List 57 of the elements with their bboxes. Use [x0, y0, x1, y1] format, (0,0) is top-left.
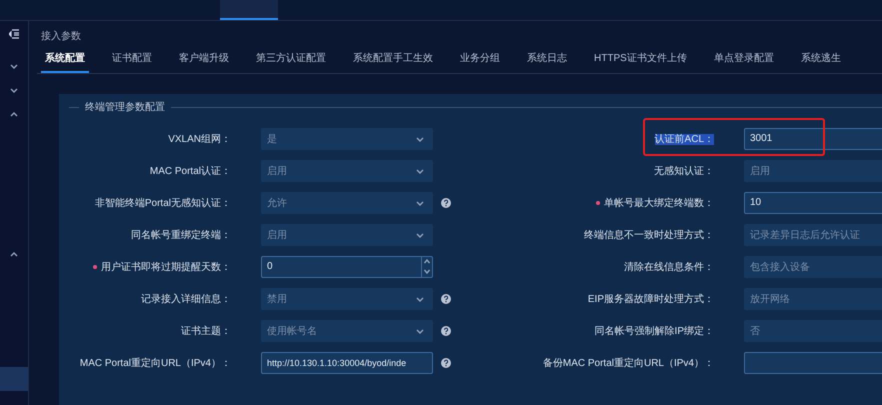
field-label: 清除在线信息条件：: [623, 260, 715, 274]
chevron-down-icon: [416, 294, 424, 302]
field-label: 同名帐号强制解除IP绑定：: [594, 324, 715, 338]
required-dot-icon: [93, 264, 97, 269]
field-label: 记录接入详细信息：: [140, 292, 232, 306]
breadcrumb: 接入参数: [40, 30, 82, 44]
dropdown-field[interactable]: 包含接入设备: [744, 256, 882, 278]
input-field[interactable]: 0: [261, 256, 433, 278]
tab[interactable]: 系统逃生: [796, 47, 845, 73]
help-icon[interactable]: [441, 198, 451, 208]
dropdown-field[interactable]: 放开网络: [744, 288, 882, 310]
dropdown-field[interactable]: 使用帐号名: [261, 320, 433, 342]
field-label: 无感知认证：: [653, 164, 715, 178]
tab[interactable]: 客户端升级: [175, 47, 233, 73]
help-icon[interactable]: [441, 358, 451, 368]
dropdown-field[interactable]: 否: [744, 320, 882, 342]
help-icon[interactable]: [441, 294, 451, 304]
chevron-down-icon: [416, 166, 424, 174]
dropdown-field[interactable]: 允许: [261, 192, 433, 214]
dropdown-field[interactable]: 启用: [744, 160, 882, 182]
tab[interactable]: 证书配置: [108, 47, 156, 73]
tab[interactable]: 单点登录配置: [710, 47, 778, 73]
tab[interactable]: 系统日志: [523, 47, 571, 73]
tab[interactable]: 第三方认证配置: [252, 47, 330, 73]
input-field[interactable]: 3001: [744, 128, 882, 150]
field-label: 备份MAC Portal重定向URL（IPv4）：: [542, 356, 715, 370]
spinner-arrows-icon[interactable]: [421, 256, 432, 276]
field-label: 终端信息不一致时处理方式：: [583, 228, 715, 242]
chevron-down-icon: [416, 134, 424, 142]
input-field[interactable]: http://10.130.1.10:30004/byod/inde: [261, 352, 433, 374]
field-label: MAC Portal重定向URL（IPv4）：: [78, 356, 232, 370]
field-label: 单帐号最大绑定终端数：: [449, 196, 744, 210]
tab[interactable]: HTTPS证书文件上传: [590, 47, 691, 73]
help-icon[interactable]: [441, 326, 451, 336]
section-title: 终端管理参数配置: [85, 100, 165, 114]
field-label: MAC Portal认证：: [148, 164, 232, 178]
dropdown-field[interactable]: 启用: [261, 224, 433, 246]
tab[interactable]: 业务分组: [456, 47, 504, 73]
chevron-down-icon: [416, 230, 424, 238]
field-label: 用户证书即将过期提醒天数：: [69, 260, 261, 274]
tab[interactable]: 系统配置手工生效: [349, 47, 437, 73]
required-dot-icon: [596, 200, 600, 205]
top-tab[interactable]: [220, 0, 278, 20]
tab[interactable]: 系统配置: [41, 47, 89, 73]
chevron-down-icon: [416, 198, 424, 206]
dropdown-field[interactable]: 是: [261, 128, 433, 150]
menu-icon[interactable]: [9, 29, 19, 39]
field-label: VXLAN组网：: [167, 132, 232, 146]
dropdown-field[interactable]: 启用: [261, 160, 433, 182]
dropdown-field[interactable]: 禁用: [261, 288, 433, 310]
dropdown-field[interactable]: 记录差异日志后允许认证: [744, 224, 882, 246]
chevron-down-icon: [416, 326, 424, 334]
field-label: 非智能终端Portal无感知认证：: [94, 196, 232, 210]
field-label: 同名帐号重绑定终端：: [130, 228, 232, 242]
field-label: EIP服务器故障时处理方式：: [586, 292, 715, 306]
field-label: 证书主题：: [180, 324, 232, 338]
input-field[interactable]: 10: [744, 192, 882, 214]
